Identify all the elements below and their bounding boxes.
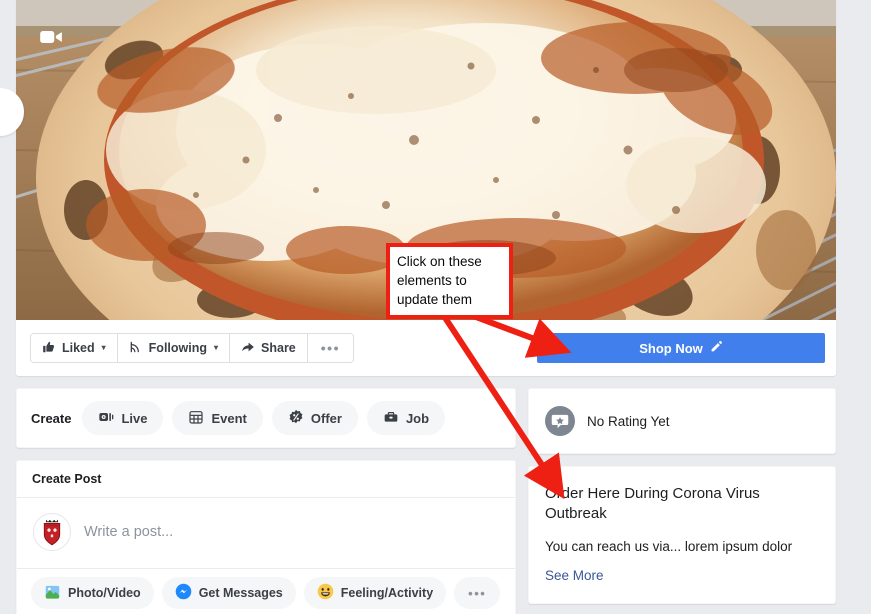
photo-video-icon: [44, 583, 61, 603]
post-title[interactable]: Order Here During Corona Virus Outbreak: [545, 484, 819, 525]
create-event-button[interactable]: Event: [172, 401, 263, 435]
heraldic-shield-crest-avatar[interactable]: [33, 513, 71, 551]
annotation-callout: Click on these elements to update them: [386, 243, 513, 320]
create-post-header: Create Post: [17, 461, 515, 498]
calendar-grid-icon: [188, 409, 204, 428]
live-video-icon: [98, 409, 114, 428]
create-offer-label: Offer: [310, 410, 342, 426]
shop-now-label: Shop Now: [639, 340, 703, 356]
liked-label: Liked: [62, 341, 95, 355]
page-action-bar: Liked ▾ Following ▾ Share ••• Shop Now: [16, 320, 836, 376]
create-post-card: Create Post Write a post... Photo/Video …: [16, 460, 516, 614]
right-column: No Rating Yet Order Here During Corona V…: [528, 388, 836, 614]
get-messages-button[interactable]: Get Messages: [161, 577, 296, 609]
write-post-placeholder[interactable]: Write a post...: [84, 524, 173, 540]
create-job-label: Job: [405, 410, 430, 426]
rating-card[interactable]: No Rating Yet: [528, 388, 836, 454]
share-button[interactable]: Share: [230, 334, 308, 362]
facebook-page-screen: Liked ▾ Following ▾ Share ••• Shop Now C…: [0, 0, 871, 614]
briefcase-icon: [383, 409, 399, 428]
page-body: Create Live Event Offer Job Create Post …: [16, 388, 836, 614]
create-live-label: Live: [121, 410, 148, 426]
percent-badge-icon: [288, 409, 304, 428]
page-post-card: Order Here During Corona Virus Outbreak …: [528, 466, 836, 605]
feeling-activity-button[interactable]: Feeling/Activity: [303, 577, 447, 609]
share-label: Share: [261, 341, 296, 355]
create-offer-button[interactable]: Offer: [271, 401, 358, 435]
cover-photo-card: Liked ▾ Following ▾ Share ••• Shop Now: [16, 0, 836, 376]
review-star-bubble-icon: [545, 406, 575, 436]
annotation-line-3: update them: [397, 292, 473, 308]
thumbs-up-icon: [42, 340, 56, 357]
feeling-activity-label: Feeling/Activity: [340, 586, 434, 600]
more-options-button[interactable]: •••: [307, 334, 353, 362]
rating-label: No Rating Yet: [587, 413, 670, 429]
annotation-line-2: elements to: [397, 273, 467, 289]
share-arrow-icon: [241, 340, 255, 357]
annotation-line-1: Click on these: [397, 254, 482, 269]
create-post-input-row[interactable]: Write a post...: [17, 498, 515, 568]
post-body: You can reach us via... lorem ipsum dolo…: [545, 538, 793, 554]
create-event-label: Event: [211, 410, 247, 426]
liked-caret-icon: ▾: [101, 343, 106, 352]
create-label: Create: [31, 410, 72, 426]
left-column: Create Live Event Offer Job Create Post …: [16, 388, 516, 614]
create-post-more-button[interactable]: •••: [454, 577, 501, 609]
rss-feed-icon: [129, 340, 143, 357]
see-more-link[interactable]: See More: [545, 568, 604, 583]
create-card: Create Live Event Offer Job: [16, 388, 516, 448]
liked-button[interactable]: Liked ▾: [31, 334, 118, 362]
shop-now-button[interactable]: Shop Now: [537, 333, 825, 363]
create-post-actions: Photo/Video Get Messages Feeling/Activit…: [17, 568, 515, 614]
following-caret-icon: ▾: [214, 343, 219, 352]
photo-video-label: Photo/Video: [68, 586, 141, 600]
get-messages-label: Get Messages: [198, 586, 283, 600]
video-camera-icon[interactable]: [36, 22, 66, 52]
create-job-button[interactable]: Job: [366, 401, 446, 435]
create-live-button[interactable]: Live: [82, 401, 164, 435]
photo-video-button[interactable]: Photo/Video: [31, 577, 154, 609]
following-label: Following: [148, 341, 207, 355]
following-button[interactable]: Following ▾: [117, 334, 231, 362]
pencil-edit-icon: [710, 340, 723, 356]
shield-crest-icon: [43, 519, 61, 546]
messenger-icon: [175, 583, 192, 603]
smiley-face-icon: [317, 583, 334, 603]
page-action-button-group: Liked ▾ Following ▾ Share •••: [30, 333, 354, 363]
